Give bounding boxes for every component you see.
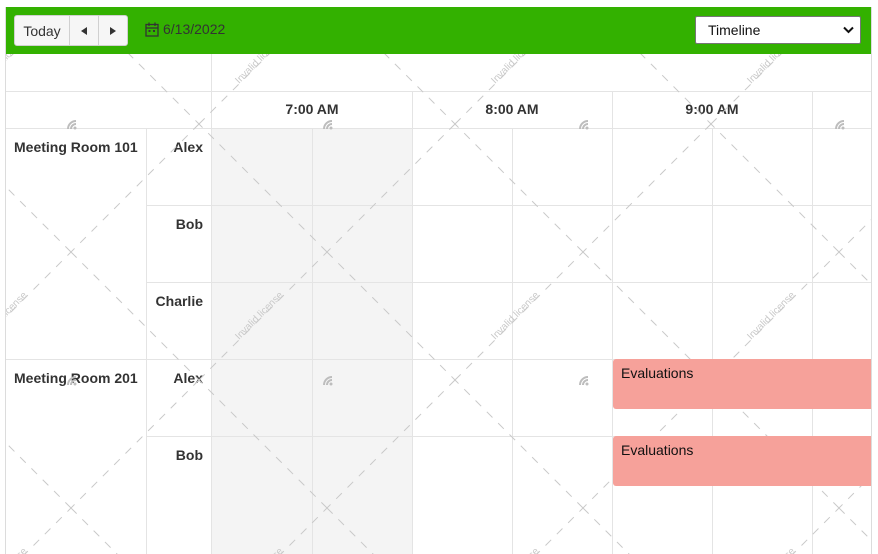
caret-right-icon <box>110 26 116 35</box>
date-picker[interactable]: 6/13/2022 <box>145 21 225 37</box>
grid-line <box>146 128 147 554</box>
time-header-8am: 8:00 AM <box>485 101 539 117</box>
person-label-charlie: Charlie <box>155 293 203 309</box>
chevron-down-icon <box>843 26 854 34</box>
timeline-grid: 7:00 AM 8:00 AM 9:00 AM Meeting Room 101… <box>6 54 871 554</box>
grid-line <box>146 282 871 283</box>
calendar-icon <box>145 22 159 37</box>
grid-line <box>712 128 713 554</box>
event-title: Evaluations <box>621 365 694 381</box>
grid-line <box>512 128 513 554</box>
scheduler-toolbar: Today 6/13/2022 Timeline <box>6 7 871 54</box>
previous-button[interactable] <box>70 16 99 45</box>
person-label-bob: Bob <box>175 216 203 232</box>
event-title: Evaluations <box>621 442 694 458</box>
scheduler: Today 6/13/2022 Timeline 7:00 AM 8:00 AM… <box>5 7 872 554</box>
today-button[interactable]: Today <box>15 16 70 45</box>
person-label-bob: Bob <box>175 447 203 463</box>
grid-line <box>412 91 413 554</box>
room-label-201: Meeting Room 201 <box>14 370 138 386</box>
grid-line <box>146 205 871 206</box>
time-header-7am: 7:00 AM <box>285 101 339 117</box>
person-label-alex: Alex <box>173 370 203 386</box>
view-select[interactable]: Timeline <box>695 16 861 44</box>
grid-line <box>6 128 871 129</box>
person-label-alex: Alex <box>173 139 203 155</box>
grid-line <box>312 128 313 554</box>
room-label-101: Meeting Room 101 <box>14 139 138 155</box>
view-select-value: Timeline <box>708 22 761 38</box>
event-evaluations[interactable]: Evaluations <box>613 436 871 486</box>
time-header-9am: 9:00 AM <box>685 101 739 117</box>
grid-line <box>211 54 212 554</box>
grid-line <box>6 91 871 92</box>
caret-left-icon <box>81 26 87 35</box>
event-evaluations[interactable]: Evaluations <box>613 359 871 409</box>
date-value: 6/13/2022 <box>163 21 226 37</box>
next-button[interactable] <box>99 16 127 45</box>
navigation-button-group: Today <box>14 15 128 46</box>
